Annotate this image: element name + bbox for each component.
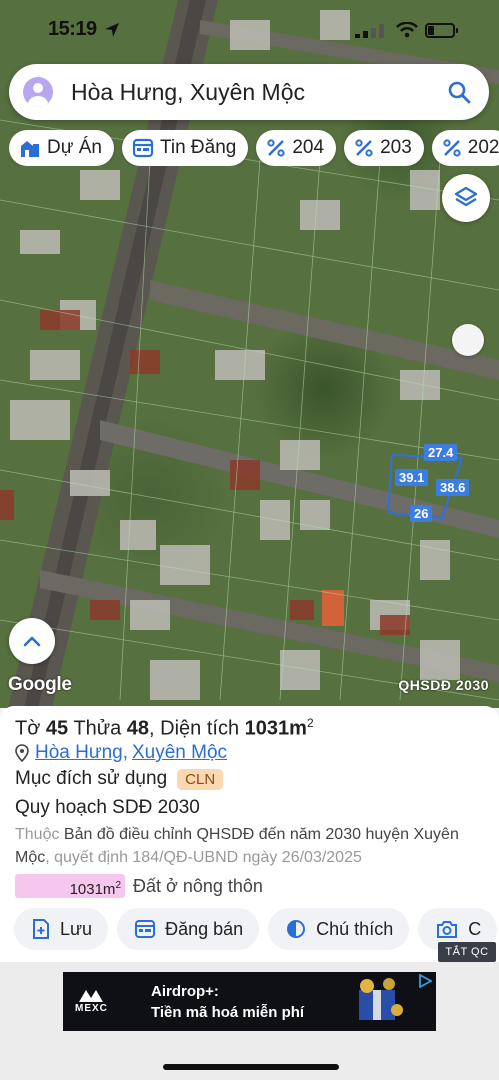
- post-sale-icon: [135, 920, 156, 938]
- land-use-purpose: Mục đích sử dụng CLN: [15, 768, 224, 790]
- plot-label: Thửa: [73, 717, 122, 740]
- save-button[interactable]: Lưu: [14, 908, 109, 950]
- belongs-prefix: Thuộc: [15, 826, 60, 843]
- chip-du-an[interactable]: Dự Án: [9, 130, 114, 166]
- battery-icon: [425, 23, 458, 38]
- parcel-info-sheet: Tờ 45 Thửa 48, Diện tích 1031m2 Hòa Hưng…: [0, 706, 499, 962]
- zoning-area-bar: 1031m2: [15, 874, 125, 898]
- plan-source: Thuộc Bản đồ điều chỉnh QHSDĐ đến năm 20…: [15, 823, 485, 869]
- camera-icon: [437, 921, 458, 938]
- location-pin-icon: [15, 744, 29, 762]
- dimension-label-right: 38.6: [436, 479, 470, 496]
- zoning-area-value: 1031m: [69, 881, 116, 898]
- chip-203[interactable]: 203: [344, 130, 424, 166]
- post-sale-label: Đăng bán: [165, 918, 244, 939]
- dimension-label-bottom: 26: [410, 505, 433, 522]
- expand-up-button[interactable]: [9, 618, 55, 664]
- chevron-up-icon: [23, 636, 41, 647]
- area-unit-superscript: 2: [306, 716, 314, 730]
- location-arrow-icon: [105, 23, 119, 37]
- zoning-area-row: 1031m2 Đất ở nông thôn: [15, 874, 263, 898]
- camera-label: C: [468, 918, 482, 939]
- wifi-icon: [396, 22, 418, 38]
- zoning-area-label: Đất ở nông thôn: [133, 875, 263, 896]
- parcel-icon: [355, 139, 373, 157]
- parcel-icon: [443, 139, 461, 157]
- map-handle-button[interactable]: [452, 324, 484, 356]
- project-icon: [21, 141, 39, 157]
- area-label: Diện tích: [160, 717, 240, 740]
- status-time: 15:19: [48, 18, 97, 40]
- chip-tin-dang[interactable]: Tin Đăng: [121, 130, 249, 166]
- plan-title: Quy hoạch SDĐ 2030: [15, 797, 200, 818]
- avatar[interactable]: [23, 77, 53, 107]
- save-label: Lưu: [60, 918, 93, 939]
- post-sale-button[interactable]: Đăng bán: [117, 908, 260, 950]
- layers-button[interactable]: [442, 174, 490, 222]
- search-bar[interactable]: Hòa Hưng, Xuyên Mộc: [9, 64, 489, 120]
- ad-headline: Airdrop+:: [151, 983, 219, 1000]
- chip-label: Dự Án: [47, 137, 102, 158]
- search-query[interactable]: Hòa Hưng, Xuyên Mộc: [71, 79, 447, 106]
- save-icon: [33, 919, 49, 939]
- chip-label: 202: [467, 137, 499, 158]
- cellular-signal-icon: [355, 24, 384, 38]
- area-value: 1031m: [244, 717, 307, 740]
- listing-icon: [132, 138, 154, 158]
- district-link[interactable]: Xuyên Mộc: [132, 742, 227, 764]
- search-icon[interactable]: [447, 80, 471, 104]
- ad-gift-image: [359, 978, 403, 1020]
- chip-202[interactable]: 202: [431, 130, 499, 166]
- mexc-logo-icon: [75, 988, 108, 1003]
- commune-link[interactable]: Hòa Hưng: [35, 742, 123, 764]
- ad-brand-logo: MEXC: [75, 988, 108, 1014]
- status-bar: 15:19: [0, 16, 499, 44]
- legend-icon: [287, 920, 306, 938]
- chip-label: 204: [292, 137, 325, 158]
- legend-label: Chú thích: [316, 918, 394, 939]
- parcel-title: Tờ 45 Thửa 48, Diện tích 1031m2: [15, 716, 314, 740]
- chip-label: Tin Đăng: [159, 137, 237, 158]
- close-ad-button[interactable]: TẮT QC: [438, 942, 496, 962]
- belongs-decision: , quyết định 184/QĐ-UBND ngày 26/03/2025: [45, 849, 362, 866]
- dimension-label-left: 39.1: [395, 469, 429, 486]
- land-use-badge: CLN: [177, 768, 224, 790]
- layers-icon: [454, 186, 478, 207]
- plot-number: 48: [126, 717, 150, 740]
- map-view[interactable]: 27.4 39.1 38.6 26 15:19 Hòa Hưng, Xuyên …: [0, 0, 499, 708]
- ad-banner[interactable]: MEXC Airdrop+: Tiền mã hoá miễn phí: [63, 972, 436, 1031]
- sheet-label: Tờ: [15, 717, 41, 740]
- parcel-icon: [267, 139, 285, 157]
- zoning-area-unit: 2: [115, 880, 121, 891]
- chip-204[interactable]: 204: [256, 130, 337, 166]
- legend-button[interactable]: Chú thích: [268, 908, 410, 950]
- dimension-label-top: 27.4: [424, 444, 458, 461]
- ad-subline: Tiền mã hoá miễn phí: [151, 1004, 305, 1021]
- action-buttons: Lưu Đăng bán Chú thích C: [14, 908, 499, 952]
- adchoices-icon[interactable]: [418, 974, 432, 988]
- google-attribution: Google: [8, 674, 72, 695]
- map-layer-label: QHSDĐ 2030: [398, 677, 489, 693]
- ad-brand-name: MEXC: [75, 1003, 108, 1014]
- sheet-number: 45: [45, 717, 69, 740]
- filter-chips: Dự Án Tin Đăng 204 203 202: [9, 130, 499, 166]
- purpose-label: Mục đích sử dụng: [15, 768, 168, 789]
- home-indicator: [163, 1064, 339, 1070]
- location-line: Hòa Hưng, Xuyên Mộc: [15, 742, 227, 764]
- chip-label: 203: [380, 137, 412, 158]
